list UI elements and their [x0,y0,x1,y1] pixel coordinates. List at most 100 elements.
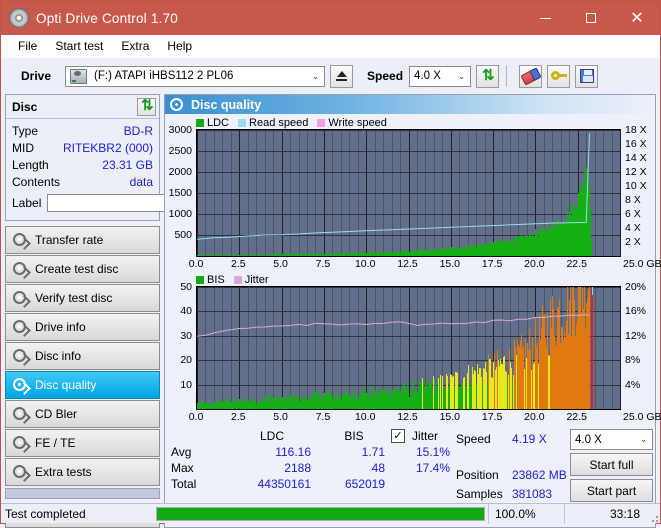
sidebar-item-drive-info[interactable]: Drive info [5,313,160,341]
disc-panel-header: Disc [6,95,159,119]
sidebar-item-fe-te[interactable]: FE / TE [5,429,160,457]
speed-label: Speed [367,69,404,83]
jitter-label: Jitter [412,429,439,443]
sidebar-item-label: Create test disc [35,262,119,276]
menu-help[interactable]: Help [158,37,201,55]
disc-icon [12,290,31,308]
sidebar-item-create-test-disc[interactable]: Create test disc [5,255,160,283]
x-tick-label: 10.0 [354,411,376,423]
window-buttons: ✕ [522,1,660,35]
chevron-down-icon: ⌄ [457,70,466,81]
sidebar-item-cd-bler[interactable]: CD Bler [5,400,160,428]
minimize-button[interactable] [522,1,568,35]
stats-row-key: Total [171,477,197,491]
disc-icon [12,261,31,279]
eject-icon [336,71,348,81]
bis-y2-axis: 4% 8% 12% 16% 20% [621,281,655,410]
main-panel-header: Disc quality [165,95,655,114]
y2-tick-label: 12 X [625,166,647,178]
status-bar: Test completed 100.0% 33:18 [1,503,660,524]
chart-line [197,314,590,337]
stats-row-key: Max [171,461,194,475]
y2-tick-label: 2 X [625,236,641,248]
start-full-button[interactable]: Start full [570,453,653,476]
sidebar-item-label: Disc info [35,349,82,363]
sidebar-item-disc-info[interactable]: Disc info [5,342,160,370]
y2-tick-label: 6 X [625,208,641,220]
bis-plot-area[interactable] [196,286,621,410]
jitter-checkbox[interactable]: ✓ [391,429,405,443]
save-button[interactable] [575,64,599,88]
disc-row-key: Length [12,157,49,172]
tools-button[interactable] [547,64,571,88]
status-text: Test completed [5,506,86,521]
y2-tick-label: 8 X [625,194,641,206]
title-bar: Opti Drive Control 1.70 ✕ [1,1,660,35]
refresh-button[interactable] [476,64,500,88]
sidebar-item-verify-test-disc[interactable]: Verify test disc [5,284,160,312]
y2-tick-label: 20% [625,281,647,293]
disc-refresh-button[interactable] [137,97,156,116]
ldc-chart: LDC Read speed Write speed 500 1000 1500 20… [165,114,661,271]
menu-file[interactable]: File [9,37,46,55]
sidebar-item-label: Transfer rate [35,233,104,247]
drive-select[interactable]: (F:) ATAPI iHBS112 2 PL06 ⌄ [65,65,326,87]
sidebar-item-transfer-rate[interactable]: Transfer rate [5,226,160,254]
legend-swatch [317,118,326,127]
y-tick-label: 20 [180,354,192,367]
stats-grid: LDC BIS ✓ Jitter Avg 116.16 1.71 15.1% M… [171,429,456,491]
legend-swatch [238,118,247,127]
y2-tick-label: 4 X [625,222,641,234]
samples-readout-key: Samples [456,486,503,501]
disc-icon [12,319,31,337]
speed-readout-row: Speed 4.19 X [456,429,568,448]
legend-swatch [196,118,204,127]
start-part-button[interactable]: Start part [570,479,653,502]
eject-button[interactable] [330,64,354,88]
bis-x-unit-wrap: 25.0 GB [621,410,661,424]
test-speed-select[interactable]: 4.0 X ⌄ [570,429,653,450]
sidebar-item-label: Verify test disc [35,291,113,305]
stats-max-ldc: 2188 [284,461,311,475]
x-tick-label: 22.5 [566,411,587,423]
erase-button[interactable] [519,64,543,88]
x-tick-label: 5.0 [273,258,288,270]
samples-readout-value: 381083 [512,486,553,501]
ldc-y-axis: 500 1000 1500 2000 2500 3000 [165,124,196,257]
ldc-x-unit: 25.0 GB [623,258,661,270]
ldc-x-unit-wrap: 25.0 GB [621,257,661,271]
y2-tick-label: 4% [625,378,641,391]
eraser-icon [520,66,542,86]
menu-bar: File Start test Extra Help [1,35,660,58]
close-button[interactable]: ✕ [614,1,660,35]
menu-extra[interactable]: Extra [112,37,158,55]
refresh-icon [138,98,155,114]
position-readout-value: 23862 MB [512,467,567,482]
y-tick-label: 50 [180,281,192,293]
speed-select[interactable]: 4.0 X ⌄ [409,65,472,87]
disc-row-mid: MID RITEKBR2 (000) [12,139,153,156]
y2-tick-label: 16 X [625,138,647,150]
ldc-x-axis-row: 0.0 2.5 5.0 7.5 10.0 12.5 15.0 17.5 20.0 22.5 25.… [165,257,661,271]
bis-y-axis: 10 20 30 40 50 [165,281,196,410]
legend-label: Write speed [328,116,387,129]
menu-start-test[interactable]: Start test [46,37,112,55]
x-tick-label: 5.0 [273,411,288,423]
bis-x-axis-row: 0.0 2.5 5.0 7.5 10.0 12.5 15.0 17.5 20.0 22.5 25.… [165,410,661,424]
ldc-plot-area[interactable] [196,129,621,257]
disc-info-rows: Type BD-R MID RITEKBR2 (000) Length 23.3… [6,119,216,220]
legend-label: LDC [207,116,230,129]
sidebar-item-extra-tests[interactable]: Extra tests [5,458,160,486]
y-tick-label: 1000 [168,208,192,220]
disc-row-key: MID [12,140,34,155]
speed-readout-key: Speed [456,431,491,446]
drive-toolbar: Drive (F:) ATAPI iHBS112 2 PL06 ⌄ Speed … [1,58,660,94]
disc-row-type: Type BD-R [12,122,153,139]
position-readout-row: Position 23862 MB [456,465,568,484]
sidebar-item-disc-quality[interactable]: Disc quality [5,371,160,399]
disc-row-value: BD-R [123,123,153,138]
maximize-button[interactable] [568,1,614,35]
toolbar-divider [506,65,508,87]
disc-panel-title: Disc [12,99,38,114]
resize-grip[interactable] [648,504,660,524]
